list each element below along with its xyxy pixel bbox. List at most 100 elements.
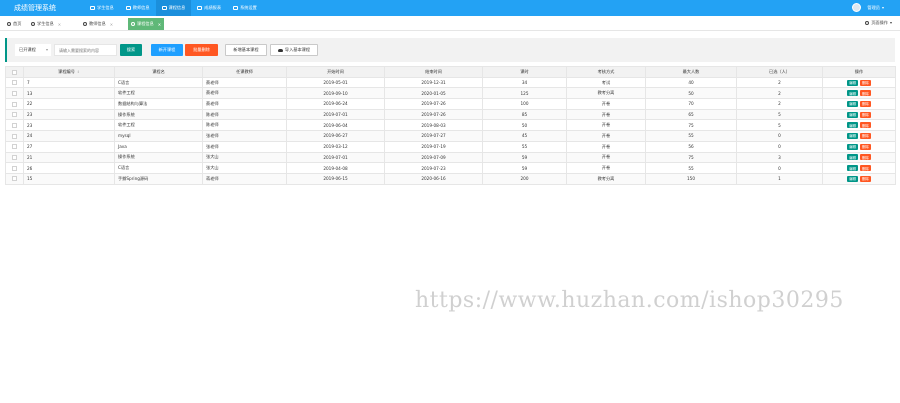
- gear-icon: [233, 6, 239, 10]
- tab-teachers[interactable]: 教师信息 ✕: [80, 18, 116, 30]
- row-checkbox[interactable]: [5, 98, 24, 110]
- row-actions: 编辑 删除: [822, 151, 896, 164]
- table-cell: 55: [645, 130, 737, 142]
- nav-item-courses[interactable]: 课程信息: [155, 0, 192, 16]
- table-cell: 85: [482, 108, 567, 121]
- page-tabs: 首页 学生信息 ✕ 教师信息 ✕ 课程信息 ✕ 页面操作: [0, 17, 900, 31]
- batch-delete-button[interactable]: 批量删除: [185, 44, 218, 56]
- user-menu[interactable]: 管理员: [852, 3, 884, 12]
- edit-button[interactable]: 编辑: [847, 100, 858, 107]
- close-icon[interactable]: ✕: [58, 22, 61, 27]
- tab-students[interactable]: 学生信息 ✕: [28, 18, 64, 30]
- nav-item-teachers[interactable]: 教师信息: [120, 0, 156, 16]
- delete-button[interactable]: 删除: [860, 132, 871, 139]
- checkbox-icon: [12, 133, 17, 139]
- open-course-button[interactable]: 新开课程: [151, 44, 183, 56]
- watermark: https://www.huzhan.com/ishop30295: [415, 288, 844, 313]
- edit-button[interactable]: 编辑: [847, 111, 858, 118]
- edit-button[interactable]: 编辑: [847, 154, 858, 161]
- table-cell: 开卷: [566, 130, 646, 142]
- table-cell: 27: [23, 140, 115, 153]
- checkbox-icon: [12, 69, 17, 75]
- row-checkbox[interactable]: [5, 87, 24, 100]
- row-checkbox[interactable]: [5, 76, 24, 89]
- tab-home[interactable]: 首页: [4, 18, 24, 30]
- delete-button[interactable]: 删除: [860, 122, 871, 129]
- table-row: 21 操作系统 张大山 2019-07-01 2019-07-09 59 开卷 75 3 编辑 删除: [5, 151, 896, 164]
- delete-button[interactable]: 删除: [860, 165, 871, 172]
- row-checkbox[interactable]: [5, 130, 24, 142]
- search-button[interactable]: 搜索: [120, 44, 142, 56]
- table-cell: 2019-04-08: [286, 162, 385, 174]
- column-header[interactable]: 课程编号 ⇕: [23, 66, 115, 78]
- delete-button[interactable]: 删除: [860, 143, 871, 150]
- edit-button[interactable]: 编辑: [847, 143, 858, 150]
- chevron-down-icon: [882, 6, 884, 9]
- table-cell: 教考分离: [566, 172, 646, 185]
- delete-button[interactable]: 删除: [860, 175, 871, 182]
- table-cell: 2020-06-16: [384, 172, 483, 185]
- delete-button[interactable]: 删除: [860, 111, 871, 118]
- sort-icon[interactable]: ⇕: [77, 70, 80, 74]
- row-checkbox[interactable]: [5, 119, 24, 132]
- table-cell: 0: [736, 162, 823, 174]
- column-header: 操作: [822, 66, 896, 78]
- row-checkbox[interactable]: [5, 108, 24, 121]
- table-cell: 55: [482, 140, 567, 153]
- table-cell: 75: [645, 119, 737, 132]
- row-actions: 编辑 删除: [822, 119, 896, 132]
- table-cell: 23: [23, 108, 115, 121]
- table-cell: 数据结构与算法: [114, 98, 203, 110]
- checkbox-icon: [12, 176, 17, 182]
- table-cell: Java: [114, 140, 203, 153]
- delete-button[interactable]: 删除: [860, 90, 871, 97]
- add-basic-course-button[interactable]: 新增基本课程: [225, 44, 267, 56]
- nav-item-students[interactable]: 学生信息: [84, 0, 120, 16]
- table-cell: 张老师: [202, 130, 287, 142]
- close-icon[interactable]: ✕: [110, 22, 113, 27]
- search-input[interactable]: [54, 44, 117, 56]
- table-cell: 2019-07-01: [286, 108, 385, 121]
- row-checkbox[interactable]: [5, 151, 24, 164]
- table-row: 23 软件工程 陈老师 2019-06-04 2019-08-03 50 开卷 75 5 编辑 删除: [5, 119, 896, 132]
- row-checkbox[interactable]: [5, 172, 24, 185]
- teacher-icon: [125, 6, 131, 10]
- nav-item-settings[interactable]: 系统设置: [227, 0, 263, 16]
- row-checkbox[interactable]: [5, 140, 24, 153]
- edit-button[interactable]: 编辑: [847, 90, 858, 97]
- table-cell: 50: [482, 119, 567, 132]
- delete-button[interactable]: 删除: [860, 100, 871, 107]
- course-filter-select[interactable]: 已开课程: [15, 44, 51, 56]
- checkbox-icon: [12, 155, 17, 161]
- edit-button[interactable]: 编辑: [847, 165, 858, 172]
- tab-label: 首页: [13, 21, 22, 26]
- nav-item-reports[interactable]: 成绩报表: [191, 0, 227, 16]
- page-operations-menu[interactable]: 页面操作: [865, 20, 892, 26]
- table-cell: 软件工程: [114, 87, 203, 100]
- tab-courses[interactable]: 课程信息 ✕: [128, 18, 165, 30]
- table-cell: 0: [736, 140, 823, 153]
- edit-button[interactable]: 编辑: [847, 132, 858, 139]
- row-actions: 编辑 删除: [822, 98, 896, 110]
- edit-button[interactable]: 编辑: [847, 79, 858, 86]
- table-cell: 蒋老师: [202, 172, 287, 185]
- tab-label: 学生信息: [37, 21, 54, 26]
- table-cell: 2019-07-01: [286, 151, 385, 164]
- row-checkbox[interactable]: [5, 162, 24, 174]
- table-cell: 2019-03-12: [286, 140, 385, 153]
- edit-button[interactable]: 编辑: [847, 122, 858, 129]
- close-icon[interactable]: ✕: [158, 22, 161, 27]
- row-actions: 编辑 删除: [822, 140, 896, 153]
- delete-button[interactable]: 删除: [860, 154, 871, 161]
- select-all-checkbox[interactable]: [5, 66, 24, 78]
- table-cell: 2019-06-27: [286, 130, 385, 142]
- checkbox-icon: [12, 123, 17, 129]
- table-cell: 125: [482, 87, 567, 100]
- import-basic-course-button[interactable]: 导入基本课程: [270, 44, 318, 56]
- table-cell: 56: [645, 140, 737, 153]
- table-cell: 59: [482, 151, 567, 164]
- edit-button[interactable]: 编辑: [847, 175, 858, 182]
- delete-button[interactable]: 删除: [860, 79, 871, 86]
- table-cell: 15: [23, 172, 115, 185]
- table-cell: 操作系统: [114, 151, 203, 164]
